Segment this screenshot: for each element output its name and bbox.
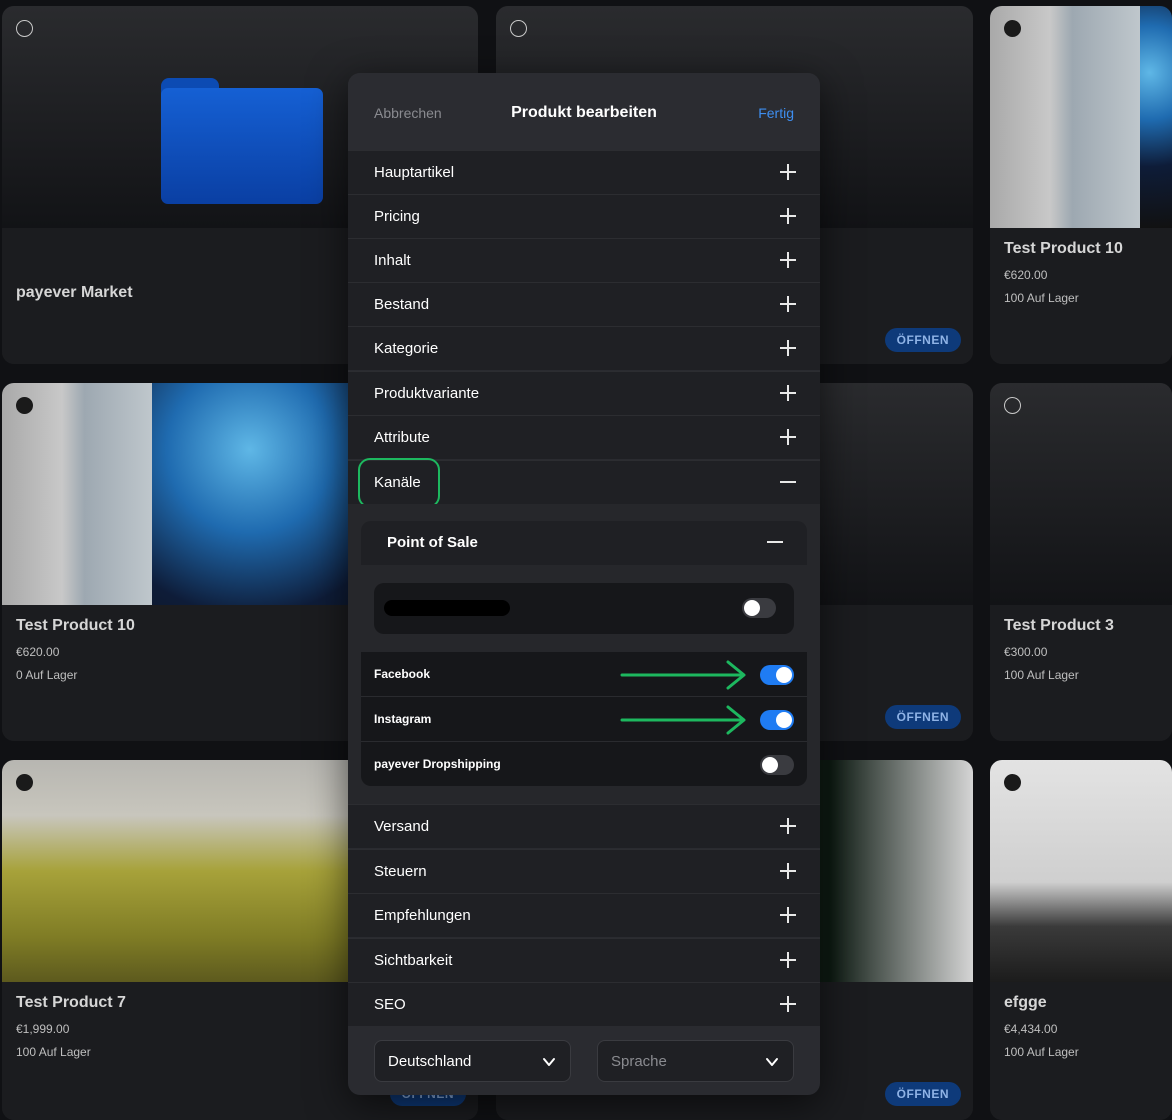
- plus-icon[interactable]: [780, 996, 796, 1012]
- section-label: Versand: [374, 818, 430, 835]
- section-label: Attribute: [374, 429, 430, 446]
- chevron-down-icon: [543, 1058, 555, 1066]
- section-steuern[interactable]: Steuern: [348, 849, 820, 893]
- section-bestand[interactable]: Bestand: [348, 282, 820, 326]
- channel-label: Instagram: [374, 712, 432, 726]
- highlight-ring: [358, 458, 440, 508]
- section-label: Hauptartikel: [374, 164, 455, 181]
- section-label: Pricing: [374, 208, 420, 225]
- open-button[interactable]: ÖFFNEN: [884, 1082, 961, 1106]
- section-label: Inhalt: [374, 252, 411, 269]
- card-price: €620.00: [1004, 268, 1048, 282]
- product-card[interactable]: efgge €4,434.00 100 Auf Lager: [990, 760, 1172, 1120]
- card-stock: 100 Auf Lager: [16, 1045, 91, 1059]
- minus-icon[interactable]: [767, 534, 783, 550]
- plus-icon[interactable]: [780, 952, 796, 968]
- language-select[interactable]: Sprache: [597, 1040, 794, 1082]
- point-of-sale-header[interactable]: Point of Sale: [361, 521, 807, 565]
- annotation-arrow-icon: [620, 660, 746, 690]
- open-button[interactable]: ÖFFNEN: [884, 328, 961, 352]
- card-title: efgge: [1004, 994, 1047, 1011]
- done-button[interactable]: Fertig: [758, 105, 794, 121]
- plus-icon[interactable]: [780, 818, 796, 834]
- section-label: Empfehlungen: [374, 907, 471, 924]
- section-sichtbarkeit[interactable]: Sichtbarkeit: [348, 938, 820, 982]
- redacted-text: [384, 600, 510, 616]
- plus-icon[interactable]: [780, 208, 796, 224]
- minus-icon[interactable]: [780, 474, 796, 490]
- dropshipping-toggle[interactable]: [760, 755, 794, 775]
- annotation-arrow-icon: [620, 705, 746, 735]
- product-card[interactable]: Test Product 3 €300.00 100 Auf Lager: [990, 383, 1172, 741]
- select-circle[interactable]: [16, 397, 33, 414]
- card-title: Test Product 10: [16, 617, 135, 634]
- modal-title: Produkt bearbeiten: [511, 104, 657, 121]
- card-title: Test Product 10: [1004, 240, 1123, 257]
- card-title: Test Product 3: [1004, 617, 1114, 634]
- section-produktvariante[interactable]: Produktvariante: [348, 371, 820, 415]
- section-label: SEO: [374, 996, 406, 1013]
- channels-panel: Point of Sale Facebook Instagram payever…: [348, 504, 820, 806]
- instagram-toggle[interactable]: [760, 710, 794, 730]
- plus-icon[interactable]: [780, 252, 796, 268]
- select-circle[interactable]: [1004, 20, 1021, 37]
- edit-product-modal: Abbrechen Produkt bearbeiten Fertig Haup…: [348, 73, 820, 1095]
- select-circle[interactable]: [1004, 397, 1021, 414]
- select-circle[interactable]: [16, 774, 33, 791]
- product-image: [990, 6, 1140, 228]
- chevron-down-icon: [766, 1058, 778, 1066]
- pos-toggle[interactable]: [742, 598, 776, 618]
- plus-icon[interactable]: [780, 385, 796, 401]
- section-label: Produktvariante: [374, 385, 480, 402]
- channel-label: payever Dropshipping: [374, 757, 501, 771]
- facebook-toggle[interactable]: [760, 665, 794, 685]
- plus-icon[interactable]: [780, 340, 796, 356]
- section-inhalt[interactable]: Inhalt: [348, 238, 820, 282]
- card-stock: 100 Auf Lager: [1004, 1045, 1079, 1059]
- select-circle[interactable]: [510, 20, 527, 37]
- card-price: €1,999.00: [16, 1022, 70, 1036]
- section-hauptartikel[interactable]: Hauptartikel: [348, 150, 820, 194]
- product-card[interactable]: Test Product 10 €620.00 100 Auf Lager: [990, 6, 1172, 364]
- section-label: Bestand: [374, 296, 430, 313]
- channel-payever-dropshipping: payever Dropshipping: [361, 742, 807, 787]
- language-placeholder: Sprache: [611, 1053, 667, 1070]
- section-seo[interactable]: SEO: [348, 982, 820, 1026]
- card-title: Test Product 7: [16, 994, 126, 1011]
- card-stock: 100 Auf Lager: [1004, 291, 1079, 305]
- card-price: €620.00: [16, 645, 60, 659]
- card-price: €4,434.00: [1004, 1022, 1058, 1036]
- section-versand[interactable]: Versand: [348, 804, 820, 848]
- plus-icon[interactable]: [780, 863, 796, 879]
- select-circle[interactable]: [16, 20, 33, 37]
- plus-icon[interactable]: [780, 907, 796, 923]
- section-pricing[interactable]: Pricing: [348, 194, 820, 238]
- section-empfehlungen[interactable]: Empfehlungen: [348, 893, 820, 937]
- section-kategorie[interactable]: Kategorie: [348, 326, 820, 370]
- select-circle[interactable]: [1004, 774, 1021, 791]
- pos-terminal-row: [374, 583, 794, 634]
- pos-label: Point of Sale: [387, 534, 478, 551]
- plus-icon[interactable]: [780, 164, 796, 180]
- country-select[interactable]: Deutschland: [374, 1040, 571, 1082]
- folder-icon: [161, 78, 323, 204]
- card-stock: 100 Auf Lager: [1004, 668, 1079, 682]
- plus-icon[interactable]: [780, 429, 796, 445]
- plus-icon[interactable]: [780, 296, 796, 312]
- section-label: Sichtbarkeit: [374, 952, 453, 969]
- channel-label: Facebook: [374, 667, 431, 681]
- card-title: payever Market: [16, 284, 133, 301]
- modal-header: Abbrechen Produkt bearbeiten Fertig: [348, 73, 820, 150]
- section-attribute[interactable]: Attribute: [348, 415, 820, 459]
- section-label: Kategorie: [374, 340, 439, 357]
- section-label: Steuern: [374, 863, 427, 880]
- country-value: Deutschland: [388, 1053, 472, 1070]
- card-stock: 0 Auf Lager: [16, 668, 78, 682]
- product-image: [2, 383, 152, 605]
- product-image: [990, 760, 1172, 982]
- card-price: €300.00: [1004, 645, 1048, 659]
- open-button[interactable]: ÖFFNEN: [884, 705, 961, 729]
